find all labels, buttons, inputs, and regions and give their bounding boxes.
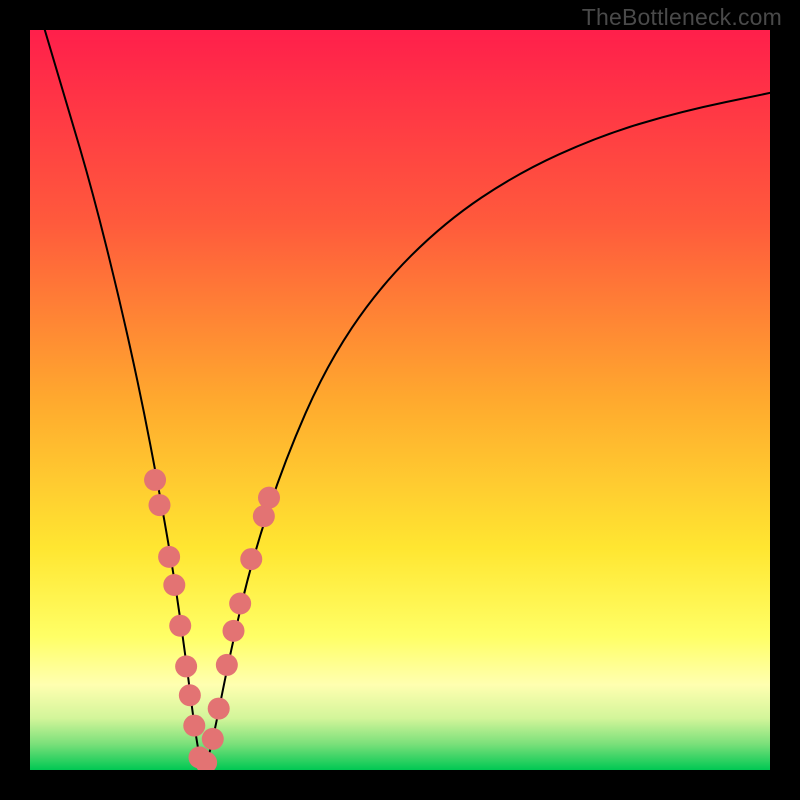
data-dot <box>202 728 224 750</box>
plot-area <box>30 30 770 770</box>
data-dot <box>149 494 171 516</box>
data-dot <box>163 574 185 596</box>
bottleneck-curve <box>45 30 770 766</box>
data-dot <box>229 593 251 615</box>
data-dot <box>158 546 180 568</box>
data-dot <box>240 548 262 570</box>
data-dot <box>175 655 197 677</box>
data-dot <box>183 715 205 737</box>
data-dot <box>253 505 275 527</box>
data-dot <box>179 684 201 706</box>
data-dot <box>258 487 280 509</box>
curve-layer <box>30 30 770 770</box>
data-dot <box>169 615 191 637</box>
data-dot <box>223 620 245 642</box>
data-dot <box>208 698 230 720</box>
chart-frame: TheBottleneck.com <box>0 0 800 800</box>
data-dot <box>144 469 166 491</box>
watermark-text: TheBottleneck.com <box>582 4 782 31</box>
data-dot <box>216 654 238 676</box>
